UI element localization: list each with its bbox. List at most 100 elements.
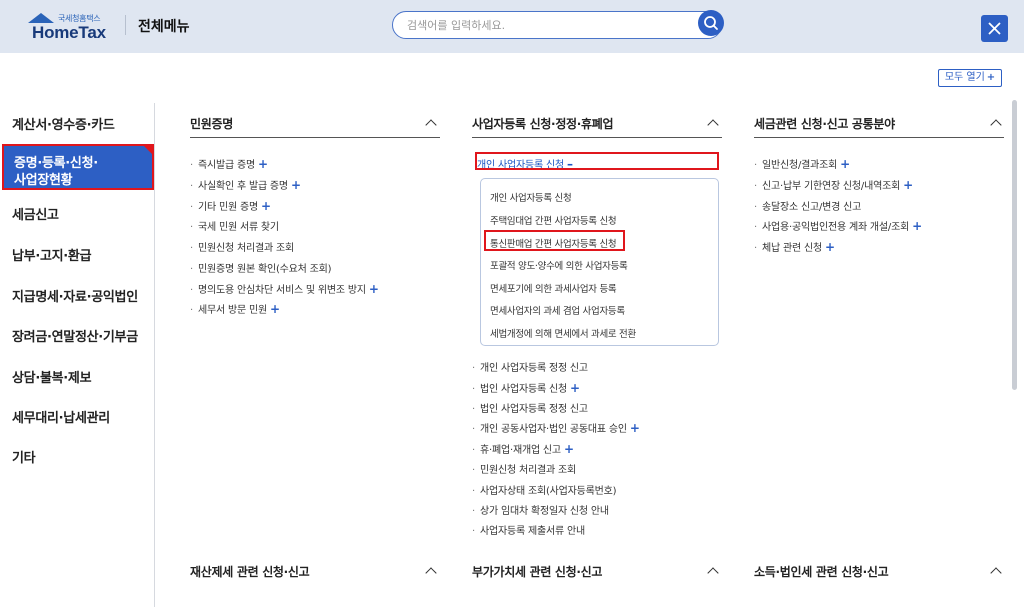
list-item[interactable]: · 체납 관련 신청 + [754,239,835,254]
section-title-income-tax[interactable]: 소득·법인세 관련 신청·신고 [754,563,889,580]
open-all-label: 모두 열기 [944,72,985,83]
list-item[interactable]: · 기타 민원 증명 + [190,198,271,213]
nav-item-invoice[interactable]: 계산서·영수증·카드 [0,114,155,133]
list-item[interactable]: · 민원신청 처리결과 조회 [190,239,294,254]
submenu-item[interactable]: 면세포기에 의한 과세사업자 등록 [490,281,617,295]
chevron-up-icon[interactable] [707,567,719,579]
list-item[interactable]: · 명의도용 안심차단 서비스 및 위변조 방지 + [190,281,379,296]
list-item[interactable]: · 일반신청/결과조회 + [754,156,850,171]
plus-icon: + [840,157,851,171]
highlight-sub-item [484,230,625,251]
list-item-label: 법인 사업자등록 신청 [480,384,567,395]
list-item[interactable]: · 법인 사업자등록 신청 + [472,380,580,395]
section-divider [754,137,1004,138]
search-box[interactable] [392,11,722,39]
header-divider [125,15,126,35]
nav-item-incentive[interactable]: 장려금·연말정산·기부금 [0,326,155,345]
chevron-up-icon[interactable] [990,567,1002,579]
search-input[interactable] [407,17,687,34]
list-item[interactable]: · 개인 사업자등록 정정 신고 [472,359,588,374]
list-item-label: 개인 공동사업자·법인 공동대표 승인 [480,424,627,435]
list-item[interactable]: · 민원신청 처리결과 조회 [472,461,576,476]
scrollbar-thumb[interactable] [1012,100,1017,390]
list-item[interactable]: · 사업자상태 조회(사업자등록번호) [472,482,617,497]
nav-item-statement[interactable]: 지급명세·자료·공익법인 [0,286,155,305]
list-item-label: 일반신청/결과조회 [762,160,838,171]
plus-icon: + [903,178,913,192]
plus-icon: + [260,199,271,213]
nav-item-payment[interactable]: 납부·고지·환급 [0,245,155,264]
plus-icon: + [986,72,996,83]
list-item-label: 기타 민원 증명 [198,202,258,213]
section-title-property-tax[interactable]: 재산제세 관련 신청·신고 [190,563,310,580]
list-item-label: 민원신청 처리결과 조회 [480,465,576,476]
chevron-up-icon[interactable] [425,119,437,131]
section-title-tax-common[interactable]: 세금관련 신청·신고 공통분야 [754,115,895,132]
open-all-button[interactable]: 모두 열기 + [938,69,1002,87]
search-button[interactable] [698,10,724,36]
plus-icon: + [269,302,280,316]
house-roof-icon [28,13,54,23]
list-item[interactable]: · 상가 임대차 확정일자 신청 안내 [472,502,609,517]
plus-icon: + [563,442,574,456]
nav-divider [154,103,155,607]
list-item-label: 세무서 방문 민원 [198,305,267,316]
list-item[interactable]: · 신고·납부 기한연장 신청/내역조회 + [754,177,913,192]
nav-item-active-line2: 사업장현황 [14,173,73,188]
list-item[interactable]: · 개인 공동사업자·법인 공동대표 승인 + [472,420,640,435]
submenu-item[interactable]: 주택임대업 간편 사업자등록 신청 [490,213,617,227]
list-item[interactable]: · 세무서 방문 민원 + [190,301,280,316]
list-item[interactable]: · 휴·폐업·재개업 신고 + [472,441,574,456]
list-item[interactable]: · 민원증명 원본 확인(수요처 조회) [190,260,332,275]
chevron-up-icon[interactable] [707,119,719,131]
section-divider [472,137,722,138]
nav-item-etc[interactable]: 기타 [0,447,155,466]
page-title: 전체메뉴 [138,19,190,35]
list-item[interactable]: · 법인 사업자등록 정정 신고 [472,400,588,415]
list-item-label: 즉시발급 증명 [198,160,255,171]
section-title-civil-cert[interactable]: 민원증명 [190,115,233,132]
list-item[interactable]: · 사업자등록 제출서류 안내 [472,522,585,537]
list-item[interactable]: · 사실확인 후 발급 증명 + [190,177,301,192]
plus-icon: + [912,219,922,233]
section-title-vat[interactable]: 부가가치세 관련 신청·신고 [472,563,602,580]
list-item-label: 신고·납부 기한연장 신청/내역조회 [762,181,901,192]
list-item[interactable]: · 사업용·공익법인전용 계좌 개설/조회 + [754,218,922,233]
nav-item-consult[interactable]: 상담·불복·제보 [0,367,155,386]
list-item-label: 개인 사업자등록 정정 신고 [480,363,588,374]
submenu-item[interactable]: 세법개정에 의해 면세에서 과세로 전환 [490,326,636,340]
logo-text: HomeTax [32,23,106,42]
plus-icon: + [629,421,640,435]
list-item[interactable]: · 송달장소 신고/변경 신고 [754,198,861,213]
list-item-label: 송달장소 신고/변경 신고 [762,202,862,213]
highlight-corner [144,146,154,156]
chevron-up-icon[interactable] [990,119,1002,131]
close-button[interactable] [981,15,1008,42]
list-item-label: 민원증명 원본 확인(수요처 조회) [198,264,332,275]
submenu-item[interactable]: 포괄적 양도·양수에 의한 사업자등록 [490,258,628,272]
list-item-label: 상가 임대차 확정일자 신청 안내 [480,506,609,517]
list-item[interactable]: · 즉시발급 증명 + [190,156,268,171]
list-item-label: 국세 민원 서류 찾기 [198,222,279,233]
list-item-label: 법인 사업자등록 정정 신고 [480,404,588,415]
highlight-expanded-item [475,152,719,170]
list-item-label: 민원신청 처리결과 조회 [198,243,294,254]
list-item-label: 휴·폐업·재개업 신고 [480,445,561,456]
section-title-business-reg[interactable]: 사업자등록 신청·정정·휴폐업 [472,115,614,132]
nav-item-tax-report[interactable]: 세금신고 [0,204,155,223]
list-item-label: 사업자상태 조회(사업자등록번호) [480,486,617,497]
submenu-item[interactable]: 개인 사업자등록 신청 [490,190,572,204]
plus-icon: + [368,282,379,296]
nav-item-certificates-active[interactable]: 증명·등록·신청· 사업장현황 [2,144,154,190]
submenu-item[interactable]: 면세사업자의 과세 겸업 사업자등록 [490,303,625,317]
hometax-logo[interactable]: 국세청홈택스 HomeTax [28,13,124,42]
plus-icon: + [824,240,835,254]
list-item[interactable]: · 국세 민원 서류 찾기 [190,218,279,233]
chevron-up-icon[interactable] [425,567,437,579]
header-bar: 국세청홈택스 HomeTax 전체메뉴 [0,0,1024,53]
list-item-label: 사실확인 후 발급 증명 [198,181,288,192]
search-icon [704,16,718,30]
list-item-label: 명의도용 안심차단 서비스 및 위변조 방지 [198,285,366,296]
nav-item-agent[interactable]: 세무대리·납세관리 [0,407,155,426]
list-item-label: 사업자등록 제출서류 안내 [480,526,585,537]
